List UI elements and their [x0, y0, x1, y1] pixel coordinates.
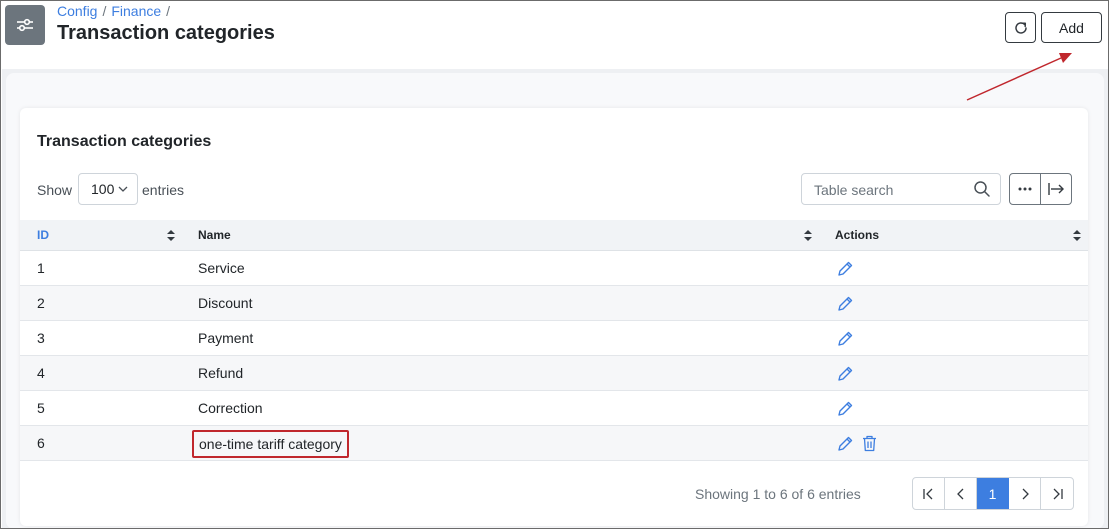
column-header-actions[interactable]: Actions — [835, 228, 879, 242]
breadcrumb-separator: / — [166, 3, 171, 19]
next-page-button[interactable] — [1009, 478, 1041, 509]
table-search-input[interactable] — [814, 181, 964, 199]
trash-icon[interactable] — [862, 435, 877, 452]
table-row: 2 Discount — [20, 286, 1088, 321]
edit-icon[interactable] — [837, 400, 854, 417]
edit-icon[interactable] — [837, 260, 854, 277]
row-name: one-time tariff category — [192, 430, 349, 458]
entries-value: 100 — [91, 181, 115, 197]
sort-icon[interactable] — [1073, 230, 1081, 241]
table-row: 4 Refund — [20, 356, 1088, 391]
sliders-icon — [5, 5, 45, 45]
table-header: ID Name Actions — [20, 220, 1088, 251]
pagination-info: Showing 1 to 6 of 6 entries — [695, 486, 861, 502]
show-label: Show — [37, 182, 73, 198]
row-id: 1 — [37, 260, 45, 276]
breadcrumb-config[interactable]: Config — [57, 3, 97, 19]
row-name: Discount — [198, 295, 253, 311]
chevron-down-icon — [118, 186, 128, 192]
transaction-categories-card: Transaction categories Show 100 entries — [20, 108, 1088, 526]
table-search — [801, 173, 1001, 205]
table-row: 3 Payment — [20, 321, 1088, 356]
more-options-button[interactable] — [1009, 173, 1041, 205]
row-name: Refund — [198, 365, 244, 381]
sort-icon[interactable] — [167, 230, 175, 241]
chevron-left-icon — [956, 488, 963, 499]
page-button-1[interactable]: 1 — [977, 478, 1009, 509]
last-page-button[interactable] — [1041, 478, 1073, 509]
pagination: 1 — [912, 477, 1074, 510]
breadcrumb-finance[interactable]: Finance — [111, 3, 161, 19]
table-row: 6 one-time tariff category — [20, 426, 1088, 461]
row-id: 4 — [37, 365, 45, 381]
column-header-id[interactable]: ID — [37, 228, 49, 242]
row-name: Payment — [198, 330, 254, 346]
edit-icon[interactable] — [837, 295, 854, 312]
arrow-right-bar-icon — [1048, 183, 1064, 195]
chevron-right-icon — [1022, 488, 1029, 499]
row-id: 6 — [37, 435, 45, 451]
last-page-icon — [1053, 488, 1063, 499]
row-name: Service — [198, 260, 245, 276]
refresh-icon — [1014, 21, 1027, 34]
first-page-icon — [922, 488, 932, 499]
categories-table: ID Name Actions 1 Service 2 Discount 3 P… — [20, 220, 1088, 461]
page-title: Transaction categories — [57, 22, 275, 44]
edit-icon[interactable] — [837, 330, 854, 347]
ellipsis-icon — [1018, 187, 1032, 191]
refresh-button[interactable] — [1005, 12, 1036, 43]
add-button[interactable]: Add — [1041, 12, 1102, 43]
table-row: 1 Service — [20, 251, 1088, 286]
entries-label: entries — [142, 182, 185, 198]
table-row: 5 Correction — [20, 391, 1088, 426]
first-page-button[interactable] — [913, 478, 945, 509]
breadcrumb: Config / Finance / — [57, 3, 175, 19]
sort-icon[interactable] — [804, 230, 812, 241]
search-icon[interactable] — [973, 180, 991, 198]
row-name: Correction — [198, 400, 263, 416]
edit-icon[interactable] — [837, 435, 854, 452]
column-header-name[interactable]: Name — [198, 228, 231, 242]
breadcrumb-separator: / — [102, 3, 107, 19]
entries-select[interactable]: 100 — [78, 173, 138, 205]
app-window: Config / Finance / Transaction categories A… — [0, 0, 1109, 529]
previous-page-button[interactable] — [945, 478, 977, 509]
edit-icon[interactable] — [837, 365, 854, 382]
card-title: Transaction categories — [37, 133, 212, 150]
export-button[interactable] — [1040, 173, 1072, 205]
row-id: 3 — [37, 330, 45, 346]
row-id: 5 — [37, 400, 45, 416]
row-id: 2 — [37, 295, 45, 311]
